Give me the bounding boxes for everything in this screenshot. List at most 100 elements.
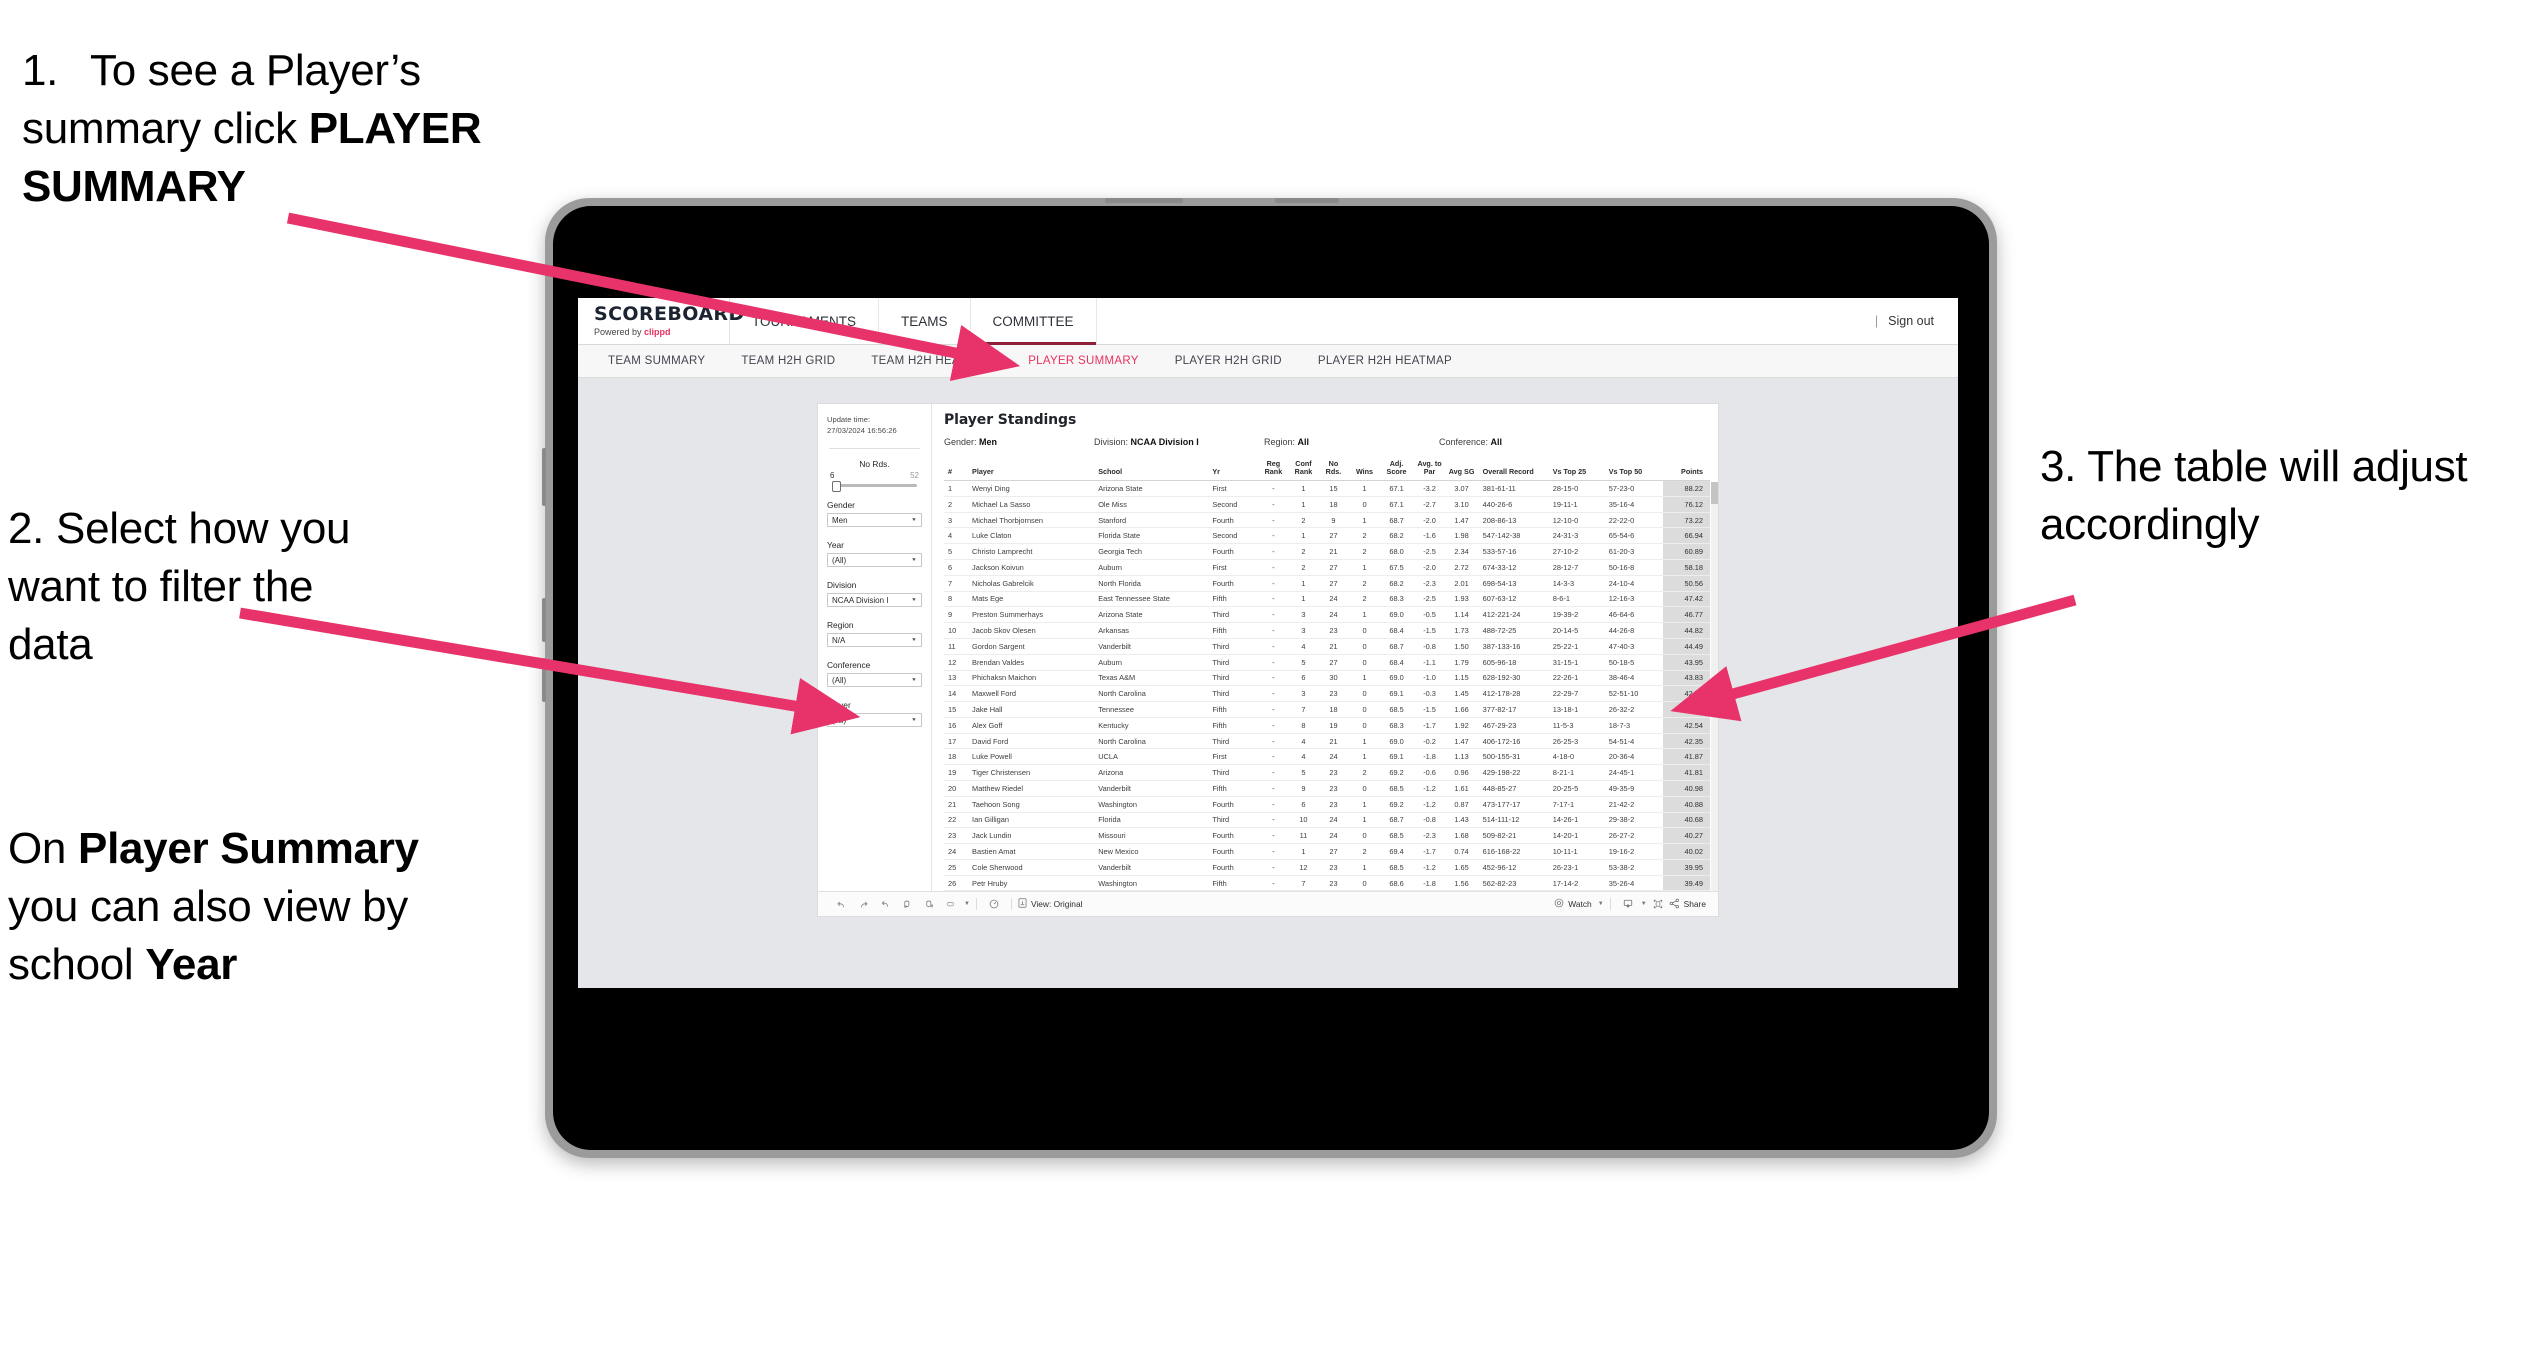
cell-adj-score: 68.7	[1380, 638, 1413, 655]
subnav-team-h2h-grid[interactable]: TEAM H2H GRID	[723, 355, 853, 367]
pause-icon[interactable]	[983, 895, 1005, 913]
signout-button[interactable]: Sign out	[1888, 314, 1934, 328]
table-row[interactable]: 7 Nicholas Gabrelcik North Florida Fourth -1…	[944, 575, 1710, 592]
redo-icon[interactable]	[852, 895, 874, 913]
app-logo[interactable]: SCOREBOARD Powered by clippd	[578, 298, 744, 344]
table-row[interactable]: 24 Bastien Amat New Mexico Fourth -1 27 2 69.4-…	[944, 843, 1710, 860]
col-avg-sg[interactable]: Avg SG	[1446, 457, 1477, 482]
cell-overall-record: 562-82-23	[1476, 875, 1551, 892]
cell-overall-record: 381-61-11	[1476, 480, 1551, 497]
undo-icon[interactable]	[830, 895, 852, 913]
cell-vs-top-25: 22-26-1	[1550, 670, 1607, 687]
cell-overall-record: 628-192-30	[1476, 670, 1551, 687]
cell-conf-rank: 11	[1288, 827, 1319, 845]
table-row[interactable]: 4 Luke Claton Florida State Second -1 27 2 68.2…	[944, 527, 1710, 545]
table-row[interactable]: 25 Cole Sherwood Vanderbilt Fourth -12 23 1 68.…	[944, 859, 1710, 876]
col-no-rds[interactable]: No Rds.	[1318, 457, 1349, 482]
col-reg-rank[interactable]: Reg Rank	[1258, 457, 1289, 482]
table-row[interactable]: 5 Christo Lamprecht Georgia Tech Fourth -2 21…	[944, 543, 1710, 561]
table-row[interactable]: 14 Maxwell Ford North Carolina Third -3 23 0 69…	[944, 685, 1710, 703]
subnav-player-h2h-grid[interactable]: PLAYER H2H GRID	[1157, 355, 1300, 367]
table-row[interactable]: 2 Michael La Sasso Ole Miss Second -1 18 0 67.1…	[944, 496, 1710, 513]
col-vs-top-50[interactable]: Vs Top 50	[1606, 457, 1663, 482]
cell-adj-score: 68.7	[1380, 812, 1413, 829]
highlight-icon[interactable]	[940, 895, 962, 913]
nav-tab-tournaments[interactable]: TOURNAMENTS	[730, 298, 880, 344]
refresh-data-icon[interactable]	[896, 895, 918, 913]
dashboard-canvas: Update time: 27/03/2024 16:56:26 No Rds.…	[578, 378, 1958, 917]
table-row[interactable]: 1 Wenyi Ding Arizona State First -1 15 1 67.1 -3…	[944, 480, 1710, 497]
view-original-button[interactable]: View: Original	[1018, 898, 1082, 910]
col-vs-top-25[interactable]: Vs Top 25	[1550, 457, 1607, 482]
col-avg-par[interactable]: Avg. to Par	[1412, 457, 1447, 482]
watch-caret-icon[interactable]: ▼	[1598, 901, 1604, 907]
download-icon[interactable]	[1617, 895, 1639, 913]
nav-tab-teams[interactable]: TEAMS	[879, 298, 971, 344]
filter-year-select[interactable]: (All) ▼	[827, 553, 922, 567]
cell-no-rds: 24	[1318, 591, 1349, 608]
annotation-step-1-number: 1.	[22, 46, 59, 95]
highlight-caret-icon[interactable]: ▼	[964, 901, 970, 907]
col-conf-rank[interactable]: Conf Rank	[1288, 457, 1319, 482]
table-row[interactable]: 20 Matthew Riedel Vanderbilt Fifth -9 23 0 68.5…	[944, 780, 1710, 797]
toolbar-separator-3	[1609, 898, 1611, 911]
filter-gender-select[interactable]: Men ▼	[827, 513, 922, 527]
table-row[interactable]: 17 David Ford North Carolina Third -4 21 1 69.0…	[944, 733, 1710, 750]
filter-player-select[interactable]: (All) ▼	[827, 713, 922, 727]
table-row[interactable]: 9 Preston Summerhays Arizona State Third -3 2…	[944, 606, 1710, 624]
table-row[interactable]: 23 Jack Lundin Missouri Fourth -11 24 0 68.5 -2.…	[944, 827, 1710, 845]
filter-region-select[interactable]: N/A ▼	[827, 633, 922, 647]
table-row[interactable]: 16 Alex Goff Kentucky Fifth -8 19 0 68.3 -1.7 1.9…	[944, 717, 1710, 734]
subnav-player-summary[interactable]: PLAYER SUMMARY	[1010, 355, 1157, 367]
cell-school: Georgia Tech	[1096, 543, 1211, 561]
watch-button[interactable]: Watch ▼	[1554, 898, 1604, 910]
table-row[interactable]: 21 Taehoon Song Washington Fourth -6 23 1 69.2-…	[944, 796, 1710, 813]
table-row[interactable]: 8 Mats Ege East Tennessee State Fifth -1 24 2 6…	[944, 591, 1710, 608]
cell-no-rds: 30	[1318, 670, 1349, 687]
table-row[interactable]: 3 Michael Thorbjornsen Stanford Fourth -2 9 1 6…	[944, 512, 1710, 529]
table-row[interactable]: 26 Petr Hruby Washington Fifth -7 23 0 68.6 -1.8…	[944, 875, 1710, 892]
share-button[interactable]: Share	[1669, 898, 1706, 911]
no-rounds-slider[interactable]: 6 52	[827, 471, 922, 492]
col-school[interactable]: School	[1096, 457, 1211, 482]
col-rank[interactable]: #	[944, 457, 971, 482]
col-wins[interactable]: Wins	[1348, 457, 1381, 482]
table-row[interactable]: 15 Jake Hall Tennessee Fifth -7 18 0 68.5 -1.5 1.…	[944, 701, 1710, 718]
cell-vs-top-50: 21-42-2	[1606, 796, 1663, 813]
cell-avg-par: -2.3	[1412, 575, 1447, 592]
filter-conference-select[interactable]: (All) ▼	[827, 673, 922, 687]
cell-yr: Fifth	[1210, 875, 1259, 892]
cell-no-rds: 23	[1318, 780, 1349, 797]
col-player[interactable]: Player	[970, 457, 1097, 482]
table-row[interactable]: 12 Brendan Valdes Auburn Third -5 27 0 68.4 -1.1…	[944, 654, 1710, 671]
cell-vs-top-50: 50-18-5	[1606, 654, 1663, 671]
col-overall-record[interactable]: Overall Record	[1476, 457, 1551, 482]
subnav-team-h2h-heatmap[interactable]: TEAM H2H HEATMAP	[853, 355, 1010, 367]
col-yr[interactable]: Yr	[1210, 457, 1259, 482]
table-row[interactable]: 18 Luke Powell UCLA First -4 24 1 69.1 -1.8 1.13 5…	[944, 748, 1710, 766]
filter-division-select[interactable]: NCAA Division I ▼	[827, 593, 922, 607]
annotation-step-2b-bold1: Player Summary	[78, 824, 419, 873]
table-scrollbar-track[interactable]	[1711, 482, 1718, 892]
revert-icon[interactable]	[874, 895, 896, 913]
cell-no-rds: 9	[1318, 512, 1349, 529]
table-row[interactable]: 19 Tiger Christensen Arizona Third -5 23 2 69.2…	[944, 764, 1710, 781]
slider-knob[interactable]	[832, 481, 841, 492]
fullscreen-icon[interactable]	[1647, 895, 1669, 913]
subnav-player-h2h-heatmap[interactable]: PLAYER H2H HEATMAP	[1300, 355, 1470, 367]
table-row[interactable]: 13 Phichaksn Maichon Texas A&M Third -6 30 1 69…	[944, 670, 1710, 687]
table-row[interactable]: 22 Ian Gilligan Florida Third -10 24 1 68.7 -0.8…	[944, 812, 1710, 829]
nav-tab-committee[interactable]: COMMITTEE	[970, 298, 1097, 345]
cell-no-rds: 23	[1318, 859, 1349, 876]
table-scrollbar-thumb[interactable]	[1711, 482, 1718, 504]
cell-yr: First	[1210, 480, 1259, 497]
pause-updates-icon[interactable]	[918, 895, 940, 913]
table-row[interactable]: 11 Gordon Sargent Vanderbilt Third -4 21 0 68.7…	[944, 638, 1710, 655]
col-adj-score[interactable]: Adj. Score	[1380, 457, 1413, 482]
table-row[interactable]: 10 Jacob Skov Olesen Arkansas Fifth -3 23 0 68.…	[944, 622, 1710, 639]
subnav-team-summary[interactable]: TEAM SUMMARY	[590, 355, 723, 367]
table-row[interactable]: 6 Jackson Koivun Auburn First -2 27 1 67.5 -2.0 2…	[944, 559, 1710, 576]
col-points[interactable]: Points	[1662, 457, 1710, 482]
share-icon	[1669, 898, 1680, 911]
slider-track[interactable]	[832, 481, 917, 492]
